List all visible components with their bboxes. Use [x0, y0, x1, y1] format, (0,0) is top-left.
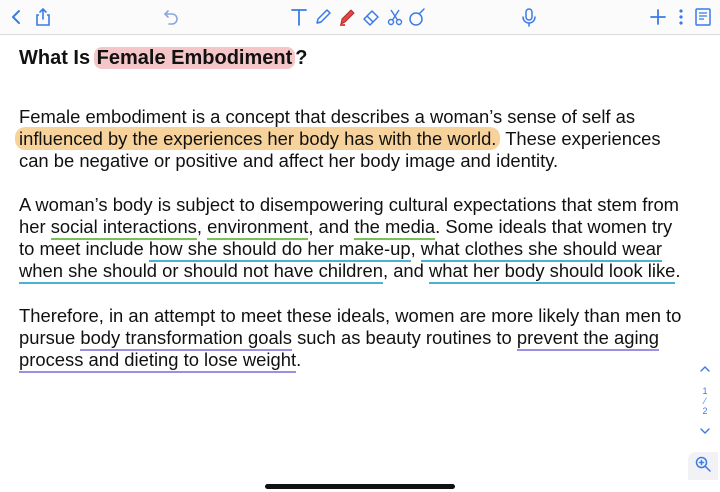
teal-underline: when she should or should not have child… — [19, 260, 383, 284]
text-span: her — [19, 216, 51, 237]
text-line: Female embodiment is a concept that desc… — [19, 106, 661, 129]
text-span: , — [410, 238, 421, 259]
title-suffix: ? — [295, 47, 308, 69]
home-indicator[interactable] — [265, 484, 455, 489]
zoom-icon — [694, 455, 712, 478]
text-line: can be negative or positive and affect h… — [19, 150, 559, 171]
paragraph-1: Female embodiment is a concept that desc… — [15, 106, 661, 172]
plus-icon[interactable] — [647, 6, 669, 28]
purple-underline: prevent the aging — [516, 327, 659, 351]
green-underline: environment — [207, 216, 309, 240]
current-page: 1 — [702, 386, 708, 396]
text-line: Therefore, in an attempt to meet these i… — [19, 305, 682, 326]
text-span: . — [675, 260, 681, 281]
teal-underline: how she should do her make-up — [148, 238, 411, 262]
text-line: influenced by the experiences her body h… — [15, 127, 661, 150]
spellcheck-word: embodiment — [85, 106, 187, 129]
text-line: to meet include how she should do her ma… — [19, 238, 681, 262]
zoom-button[interactable] — [688, 452, 718, 480]
text-span: , and — [382, 260, 429, 281]
more-icon[interactable] — [670, 6, 692, 28]
green-underline: social interactions — [50, 216, 197, 240]
text-line: when she should or should not have child… — [19, 260, 681, 284]
paragraph-2: A woman’s body is subject to disempoweri… — [19, 194, 681, 284]
text-tool-icon[interactable] — [288, 6, 310, 28]
text-span: , and — [308, 216, 355, 237]
title-text: What Is — [19, 47, 96, 69]
purple-underline: body transformation goals — [80, 327, 292, 351]
undo-icon[interactable] — [160, 6, 182, 28]
page-separator: ⁄ — [704, 396, 706, 406]
highlighter-icon[interactable] — [336, 6, 358, 28]
text-line: pursue body transformation goals such as… — [19, 327, 681, 351]
page-title: What Is Female Embodiment? — [19, 44, 308, 72]
text-span: . — [296, 349, 302, 370]
eraser-icon[interactable] — [360, 6, 382, 28]
teal-underline: what clothes she should wear — [420, 238, 663, 262]
text-span: , — [196, 216, 208, 237]
toolbar — [0, 0, 720, 35]
green-underline: the media — [354, 216, 436, 240]
text-span: Female — [19, 106, 86, 127]
orange-highlight: influenced by the experiences her body h… — [15, 127, 501, 150]
purple-underline: process and dieting to lose weight — [19, 349, 297, 373]
page-view-icon[interactable] — [692, 6, 714, 28]
text-span: pursue — [19, 327, 81, 348]
page-down-icon[interactable] — [698, 424, 712, 443]
teal-underline: what her body should look like — [429, 260, 676, 284]
text-span: These experiences — [500, 128, 661, 149]
title-highlight: Female Embodiment — [93, 47, 296, 69]
microphone-icon[interactable] — [518, 6, 540, 28]
pen-icon[interactable] — [312, 6, 334, 28]
text-span: is a concept that describes a woman’s se… — [186, 106, 636, 127]
text-line: A woman’s body is subject to disempoweri… — [19, 194, 679, 215]
shapes-icon[interactable] — [406, 6, 428, 28]
chevron-left-icon[interactable] — [6, 6, 28, 28]
page-up-icon[interactable] — [698, 362, 712, 381]
text-span: to meet include — [19, 238, 149, 259]
text-span: such as beauty routines to — [291, 327, 517, 348]
paragraph-3: Therefore, in an attempt to meet these i… — [19, 305, 682, 373]
text-span: . Some ideals that women try — [435, 216, 673, 237]
text-line: her social interactions, environment, an… — [19, 216, 681, 240]
share-icon[interactable] — [32, 6, 54, 28]
lasso-icon[interactable] — [384, 6, 406, 28]
page-indicator: 1 ⁄ 2 — [698, 386, 712, 416]
text-line: process and dieting to lose weight. — [19, 349, 681, 373]
total-pages: 2 — [702, 406, 708, 416]
